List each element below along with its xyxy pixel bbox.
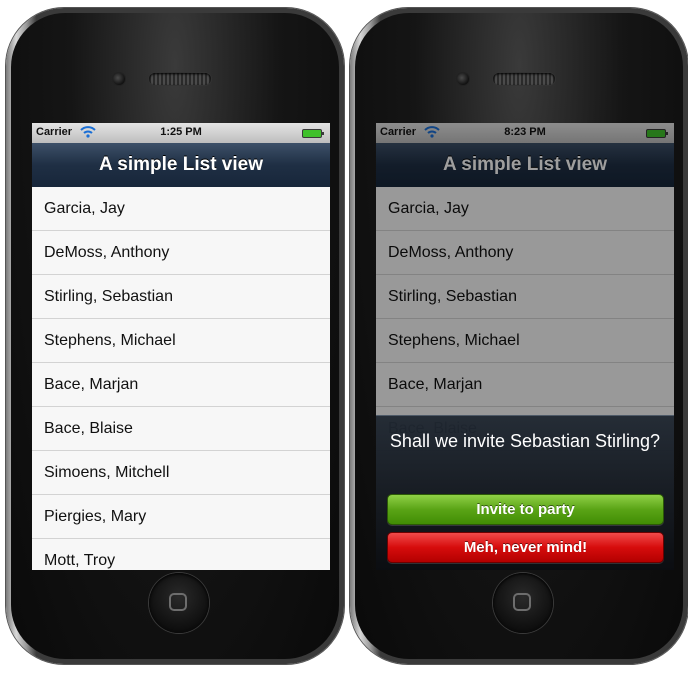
list-item[interactable]: Piergies, Mary xyxy=(32,495,330,539)
right-phone: Carrier 8:23 PM A simple List view Garci… xyxy=(350,8,688,664)
home-button-icon xyxy=(169,593,187,611)
list-item[interactable]: DeMoss, Anthony xyxy=(32,231,330,275)
phone-body: Carrier 1:25 PM A simple List view Garci… xyxy=(11,13,339,659)
status-time: 1:25 PM xyxy=(160,126,202,138)
list-item[interactable]: Simoens, Mitchell xyxy=(32,451,330,495)
phone-body: Carrier 8:23 PM A simple List view Garci… xyxy=(355,13,683,659)
status-bar: Carrier 1:25 PM xyxy=(32,123,330,143)
name-list: Garcia, Jay DeMoss, Anthony Stirling, Se… xyxy=(32,187,330,570)
screen: Carrier 1:25 PM A simple List view Garci… xyxy=(32,123,330,570)
home-button[interactable] xyxy=(493,573,553,633)
left-phone: Carrier 1:25 PM A simple List view Garci… xyxy=(6,8,344,664)
list-item[interactable]: Bace, Blaise xyxy=(32,407,330,451)
speaker-grille xyxy=(493,73,555,85)
action-sheet-title: Shall we invite Sebastian Stirling? xyxy=(389,431,661,451)
list-item[interactable]: Bace, Marjan xyxy=(32,363,330,407)
list-item[interactable]: Stephens, Michael xyxy=(32,319,330,363)
speaker-grille xyxy=(149,73,211,85)
cancel-button[interactable]: Meh, never mind! xyxy=(387,532,664,563)
screen: Carrier 8:23 PM A simple List view Garci… xyxy=(376,123,674,570)
camera-icon xyxy=(113,73,125,85)
invite-button[interactable]: Invite to party xyxy=(387,494,664,525)
nav-title: A simple List view xyxy=(32,143,330,188)
home-button-icon xyxy=(513,593,531,611)
list-item[interactable]: Mott, Troy xyxy=(32,539,330,570)
camera-icon xyxy=(457,73,469,85)
home-button[interactable] xyxy=(149,573,209,633)
battery-icon xyxy=(302,129,324,138)
list-item[interactable]: Garcia, Jay xyxy=(32,187,330,231)
action-sheet: Shall we invite Sebastian Stirling? Invi… xyxy=(376,415,674,570)
list-item[interactable]: Stirling, Sebastian xyxy=(32,275,330,319)
